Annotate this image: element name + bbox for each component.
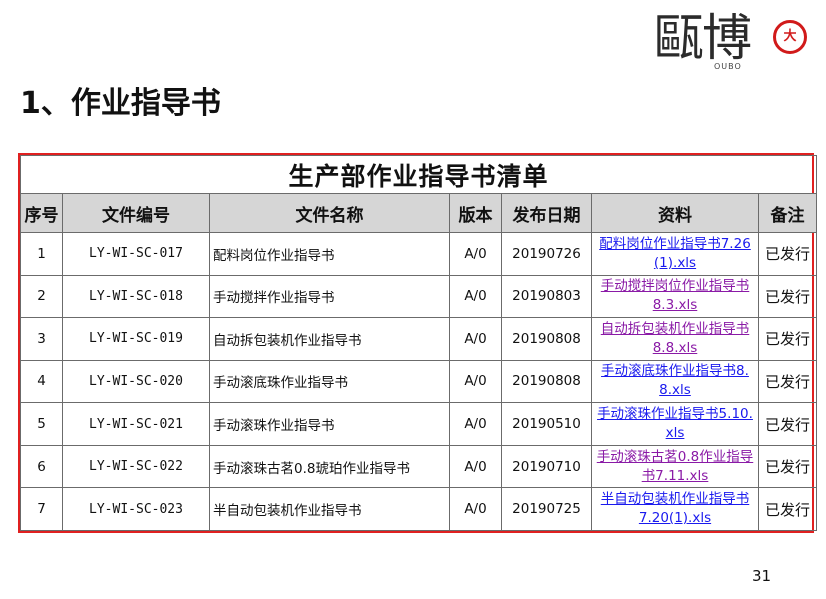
row-date: 20190726 [501,232,592,276]
row-date: 20190710 [501,444,592,489]
row-no: 6 [20,444,63,489]
row-version: A/0 [449,487,502,531]
row-file-link[interactable]: 手动搅拌岗位作业指导书8.3.xls [591,274,759,319]
row-name: 手动搅拌作业指导书 [209,274,450,319]
row-code: LY-WI-SC-019 [62,317,210,361]
table-row: 7 LY-WI-SC-023 半自动包装机作业指导书 A/0 20190725 半自动包装… [20,487,817,531]
row-no: 5 [20,402,63,446]
row-code: LY-WI-SC-023 [62,487,210,531]
row-status: 已发行 [758,487,817,531]
table-row: 5 LY-WI-SC-021 手动滚珠作业指导书 A/0 20190510 手动滚珠作业指… [20,402,817,446]
logo-subtext: OUBO [714,62,742,71]
row-date: 20190808 [501,317,592,361]
row-file-link[interactable]: 手动滚珠古茗0.8作业指导书7.11.xls [591,444,759,489]
document-list-table-frame: 生产部作业指导书清单 序号 文件编号 文件名称 版本 发布日期 资料 备注 1L… [18,153,817,533]
table-row: 2 LY-WI-SC-018 手动搅拌作业指导书 A/0 20190803 手动搅拌岗位作… [20,274,817,319]
row-file-link[interactable]: 半自动包装机作业指导书7.20(1).xls [591,487,759,531]
row-name: 手动滚珠作业指导书 [209,402,450,446]
company-logo: 甌博 大 OUBO [654,8,810,72]
row-code: LY-WI-SC-018 [62,274,210,319]
table-row: 6 LY-WI-SC-022 手动滚珠古茗0.8琥珀作业指导书 A/0 20190710… [20,444,817,489]
header-version: 版本 [449,193,502,233]
row-version: A/0 [449,317,502,361]
row-code: LY-WI-SC-022 [62,444,210,489]
document-list-table: 生产部作业指导书清单 序号 文件编号 文件名称 版本 发布日期 资料 备注 1L… [20,155,817,531]
header-no: 序号 [20,193,63,233]
table-header-row: 序号 文件编号 文件名称 版本 发布日期 资料 备注 [20,193,817,233]
row-status: 已发行 [758,444,817,489]
row-version: A/0 [449,402,502,446]
row-no: 4 [20,359,63,404]
row-status: 已发行 [758,402,817,446]
row-date: 20190725 [501,487,592,531]
section-heading: 1、作业指导书 [20,86,221,121]
row-version: A/0 [449,444,502,489]
logo-text: 甌博 [654,9,752,67]
table-row: 1 LY-WI-SC-017 配料岗位作业指导书 A/0 20190726 配料岗位作业指… [20,232,817,276]
header-name: 文件名称 [209,193,450,233]
row-status: 已发行 [758,232,817,276]
row-code: LY-WI-SC-020 [62,359,210,404]
row-version: A/0 [449,232,502,276]
row-name: 配料岗位作业指导书 [209,232,450,276]
row-date: 20190510 [501,402,592,446]
row-no: 1 [20,232,63,276]
table-row: 3 LY-WI-SC-019 自动拆包装机作业指导书 A/0 20190808 自动拆包装… [20,317,817,361]
row-date: 20190808 [501,359,592,404]
row-file-link[interactable]: 手动滚珠作业指导书5.10.xls [591,402,759,446]
row-no: 3 [20,317,63,361]
header-date: 发布日期 [501,193,592,233]
header-file: 资料 [591,193,759,233]
row-name: 手动滚珠古茗0.8琥珀作业指导书 [209,444,450,489]
row-code: LY-WI-SC-017 [62,232,210,276]
row-version: A/0 [449,359,502,404]
row-version: A/0 [449,274,502,319]
row-file-link[interactable]: 自动拆包装机作业指导书8.8.xls [591,317,759,361]
table-row: 4 LY-WI-SC-020 手动滚底珠作业指导书 A/0 20190808 手动滚底珠作… [20,359,817,404]
table-title: 生产部作业指导书清单 [20,155,817,194]
row-code: LY-WI-SC-021 [62,402,210,446]
row-status: 已发行 [758,317,817,361]
row-no: 7 [20,487,63,531]
header-code: 文件编号 [62,193,210,233]
header-status: 备注 [758,193,817,233]
row-status: 已发行 [758,359,817,404]
row-file-link[interactable]: 配料岗位作业指导书7.26(1).xls [591,232,759,276]
row-status: 已发行 [758,274,817,319]
row-no: 2 [20,274,63,319]
logo-seal-icon: 大 [773,20,807,54]
row-name: 手动滚底珠作业指导书 [209,359,450,404]
row-name: 半自动包装机作业指导书 [209,487,450,531]
row-file-link[interactable]: 手动滚底珠作业指导书8.8.xls [591,359,759,404]
row-name: 自动拆包装机作业指导书 [209,317,450,361]
page-number: 31 [752,567,772,585]
row-date: 20190803 [501,274,592,319]
